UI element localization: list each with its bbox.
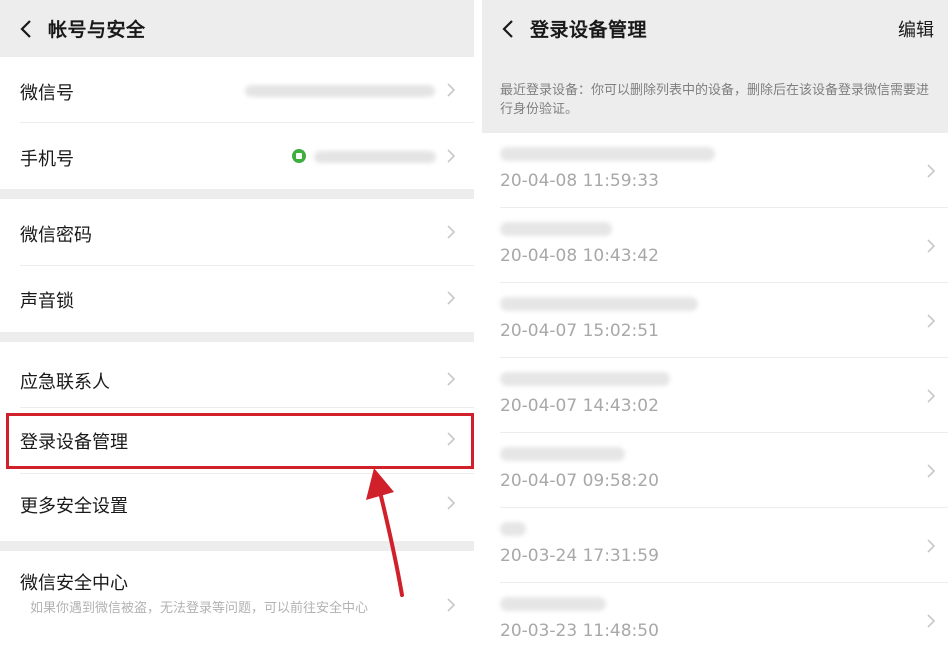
row-more-security[interactable]: 更多安全设置 [0,474,474,541]
chevron-right-icon [447,598,456,612]
device-item[interactable]: 20-03-23 11:48:50 [482,583,948,652]
nav-bar: 帐号与安全 [0,0,474,57]
device-item[interactable]: 20-04-07 15:02:51 [482,283,948,358]
notice-text: 最近登录设备：你可以删除列表中的设备，删除后在该设备登录微信需要进行身份验证。 [482,57,948,133]
highlight-box [6,413,474,469]
device-time: 20-04-07 15:02:51 [500,321,659,341]
device-name [500,147,715,161]
back-chevron-icon[interactable] [14,16,40,42]
chevron-right-icon [927,464,936,478]
device-name [500,522,526,536]
account-security-screen: 帐号与安全 微信号 手机号 微信密码 声音锁 应急联系人 登录设备管理 更多安全… [0,0,474,652]
row-wechat-id[interactable]: 微信号 [0,57,474,123]
chevron-right-icon [927,239,936,253]
section-separator [0,332,474,342]
device-name [500,372,670,386]
chevron-right-icon [927,614,936,628]
device-time: 20-03-23 11:48:50 [500,621,659,641]
row-emergency-contact[interactable]: 应急联系人 [0,342,474,408]
chevron-right-icon [927,539,936,553]
gutter [474,0,482,652]
edit-button[interactable]: 编辑 [898,16,934,42]
device-item[interactable]: 20-04-08 11:59:33 [482,133,948,208]
chevron-right-icon [447,225,456,239]
device-name [500,222,612,236]
back-chevron-icon[interactable] [496,16,522,42]
row-label: 微信安全中心 [20,573,128,594]
device-time: 20-04-07 14:43:02 [500,396,659,416]
section-separator [0,189,474,199]
row-label: 微信密码 [20,225,92,246]
chevron-right-icon [927,164,936,178]
row-label: 更多安全设置 [20,496,128,517]
phone-value [314,151,436,163]
login-devices-screen: 登录设备管理 编辑 最近登录设备：你可以删除列表中的设备，删除后在该设备登录微信… [482,0,948,652]
device-time: 20-03-24 17:31:59 [500,546,659,566]
lock-icon [292,149,306,163]
nav-bar: 登录设备管理 编辑 [482,0,948,57]
device-time: 20-04-07 09:58:20 [500,471,659,491]
device-item[interactable]: 20-04-07 09:58:20 [482,433,948,508]
chevron-right-icon [447,496,456,510]
row-voice-lock[interactable]: 声音锁 [0,266,474,332]
chevron-right-icon [927,389,936,403]
chevron-right-icon [447,83,456,97]
device-item[interactable]: 20-04-07 14:43:02 [482,358,948,433]
device-name [500,297,698,311]
wechat-id-value [245,85,435,97]
device-time: 20-04-08 11:59:33 [500,171,659,191]
row-label: 声音锁 [20,291,74,312]
row-label: 手机号 [20,149,74,170]
device-name [500,597,606,611]
row-description: 如果你遇到微信被盗，无法登录等问题，可以前往安全中心 [30,601,369,616]
row-security-center[interactable]: 微信安全中心 如果你遇到微信被盗，无法登录等问题，可以前往安全中心 [0,551,474,652]
chevron-right-icon [447,291,456,305]
device-item[interactable]: 20-04-08 10:43:42 [482,208,948,283]
row-phone[interactable]: 手机号 [0,123,474,189]
page-title: 帐号与安全 [48,19,146,41]
page-title: 登录设备管理 [530,19,648,41]
row-label: 应急联系人 [20,372,110,393]
chevron-right-icon [927,314,936,328]
row-label: 微信号 [20,83,74,104]
section-separator [0,541,474,551]
chevron-right-icon [447,372,456,386]
row-password[interactable]: 微信密码 [0,199,474,266]
device-item[interactable]: 20-03-24 17:31:59 [482,508,948,583]
device-time: 20-04-08 10:43:42 [500,246,659,266]
chevron-right-icon [447,149,456,163]
device-name [500,447,625,461]
